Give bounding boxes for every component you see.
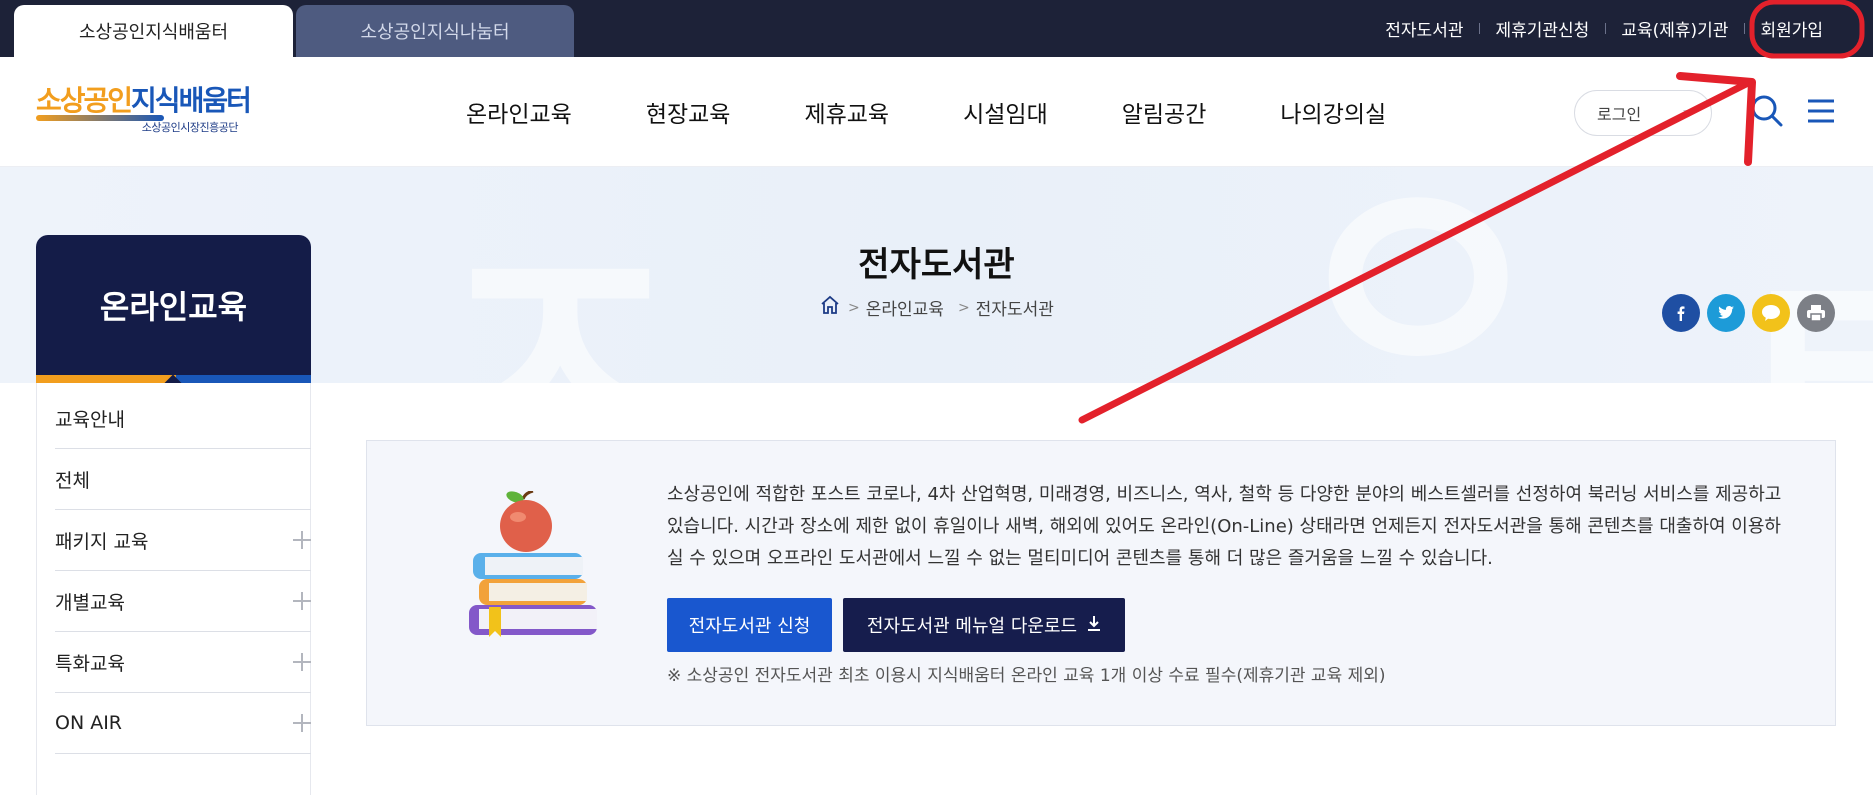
kakaotalk-icon[interactable]: [1752, 294, 1790, 332]
util-link-edu-partner[interactable]: 교육(제휴)기관: [1605, 16, 1744, 41]
e-library-note: ※ 소상공인 전자도서관 최초 이용시 지식배움터 온라인 교육 1개 이상 수…: [667, 666, 1386, 686]
decorative-watermark: ㅈ: [420, 182, 696, 384]
util-link-partner-apply[interactable]: 제휴기관신청: [1479, 16, 1605, 41]
plus-icon[interactable]: [293, 531, 311, 549]
lnb-title: 온라인교육: [36, 235, 311, 375]
top-utility-bar: 소상공인지식배움터 소상공인지식나눔터 전자도서관 제휴기관신청 교육(제휴)기…: [0, 0, 1873, 57]
e-library-description: 소상공인에 적합한 포스트 코로나, 4차 산업혁명, 미래경영, 비즈니스, …: [667, 484, 1782, 569]
search-icon[interactable]: [1750, 94, 1784, 128]
logo-part2: 지식배움터: [131, 84, 252, 117]
e-library-info-box: 소상공인에 적합한 포스트 코로나, 4차 산업혁명, 미래경영, 비즈니스, …: [366, 440, 1836, 726]
breadcrumb-separator: >: [957, 299, 970, 316]
lnb-item-all[interactable]: 전체: [55, 449, 311, 510]
page: 소상공인지식배움터 소상공인지식나눔터 전자도서관 제휴기관신청 교육(제휴)기…: [0, 0, 1873, 795]
chevron-down-icon: [1683, 110, 1695, 117]
gnb-partner-edu[interactable]: 제휴교육: [804, 95, 889, 129]
global-nav: 온라인교육 현장교육 제휴교육 시설임대 알림공간 나의강의실: [466, 57, 1386, 167]
gnb-field-edu[interactable]: 현장교육: [646, 95, 731, 129]
books-apple-illustration: [463, 489, 603, 641]
manual-download-label: 전자도서관 메뉴얼 다운로드: [866, 616, 1078, 637]
print-icon[interactable]: [1797, 294, 1835, 332]
plus-icon[interactable]: [293, 592, 311, 610]
gnb-my-classroom[interactable]: 나의강의실: [1280, 95, 1386, 129]
site-tab-sharing[interactable]: 소상공인지식나눔터: [296, 5, 574, 57]
twitter-icon[interactable]: [1707, 294, 1745, 332]
lnb-item-label: 전체: [55, 469, 90, 492]
gnb-notice[interactable]: 알림공간: [1122, 95, 1207, 129]
plus-icon[interactable]: [293, 653, 311, 671]
manual-download-button[interactable]: 전자도서관 메뉴얼 다운로드: [843, 598, 1125, 652]
gnb-online-edu[interactable]: 온라인교육: [466, 95, 572, 129]
facebook-icon[interactable]: [1662, 294, 1700, 332]
lnb-item-label: 교육안내: [55, 408, 125, 431]
site-logo[interactable]: 소상공인지식배움터 소상공인시장진흥공단: [36, 84, 252, 137]
download-icon: [1087, 615, 1101, 635]
util-link-signup[interactable]: 회원가입: [1744, 16, 1839, 41]
share-buttons: [1662, 294, 1842, 332]
lnb-item-label: 특화교육: [55, 652, 125, 675]
header: 소상공인지식배움터 소상공인시장진흥공단 온라인교육 현장교육 제휴교육 시설임…: [0, 57, 1873, 167]
breadcrumb: > 온라인교육 > 전자도서관: [820, 295, 1054, 320]
lnb-item-on-air[interactable]: ON AIR: [55, 693, 311, 754]
lnb-item-label: 패키지 교육: [55, 530, 149, 553]
utility-links: 전자도서관 제휴기관신청 교육(제휴)기관 회원가입: [1369, 0, 1839, 57]
e-library-apply-button[interactable]: 전자도서관 신청: [667, 598, 832, 652]
breadcrumb-item[interactable]: 온라인교육: [866, 295, 944, 320]
logo-part1: 소상공인: [36, 84, 133, 117]
site-tab-learning[interactable]: 소상공인지식배움터: [14, 5, 293, 57]
home-icon[interactable]: [820, 295, 840, 320]
breadcrumb-item[interactable]: 전자도서관: [976, 295, 1054, 320]
util-link-e-library[interactable]: 전자도서관: [1369, 16, 1479, 41]
lnb-item-package[interactable]: 패키지 교육: [55, 510, 311, 571]
logo-wordmark: 소상공인지식배움터: [36, 84, 252, 117]
login-select-label: 로그인: [1597, 105, 1642, 124]
breadcrumb-separator: >: [848, 299, 860, 316]
lnb-item-label: 개별교육: [55, 591, 125, 614]
login-select[interactable]: 로그인: [1574, 90, 1712, 136]
hamburger-menu-icon[interactable]: [1804, 94, 1838, 128]
left-nav: 교육안내 전체 패키지 교육 개별교육 특화교육 ON AIR: [36, 383, 311, 795]
lnb-item-individual[interactable]: 개별교육: [55, 571, 311, 632]
logo-subtitle: 소상공인시장진흥공단: [141, 121, 239, 134]
lnb-item-special[interactable]: 특화교육: [55, 632, 311, 693]
lnb-item-edu-guide[interactable]: 교육안내: [55, 388, 311, 449]
lnb-item-label: ON AIR: [55, 712, 123, 734]
gnb-facility-rental[interactable]: 시설임대: [963, 95, 1048, 129]
plus-icon[interactable]: [293, 714, 311, 732]
